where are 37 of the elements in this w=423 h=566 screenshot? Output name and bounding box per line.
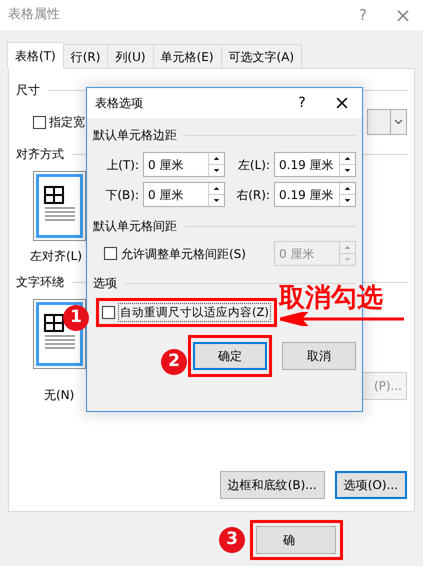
- option-label: 左对齐(L): [30, 248, 82, 265]
- dialog-title: 表格选项: [95, 95, 144, 112]
- window-title: 表格属性: [8, 6, 61, 24]
- checkbox-label: 允许调整单元格间距(S): [121, 246, 246, 262]
- checkbox[interactable]: [33, 116, 46, 128]
- option-label: 无(N): [44, 387, 74, 404]
- checkbox-label: 自动重调尺寸以适应内容(Z): [118, 302, 271, 322]
- spin-field[interactable]: 0 厘米: [143, 182, 225, 207]
- section-heading: 尺寸: [16, 82, 40, 99]
- field-label: 下(B):: [104, 186, 140, 204]
- tab[interactable]: 可选文字(A): [220, 44, 302, 69]
- ok-button[interactable]: 确: [256, 526, 336, 554]
- dialog-button[interactable]: 边框和底纹(B)...: [220, 471, 325, 499]
- field-label: 右(R):: [235, 186, 271, 204]
- spin-field[interactable]: 0.19 厘米: [274, 182, 356, 207]
- section-heading: 默认单元格边距: [93, 127, 177, 144]
- section-heading: 默认单元格间距: [93, 218, 177, 235]
- dialog-button[interactable]: 选项(O)...: [334, 471, 407, 499]
- close-button[interactable]: ×: [322, 88, 362, 118]
- checkbox[interactable]: [102, 306, 115, 319]
- help-button[interactable]: ?: [282, 92, 322, 114]
- field-label: 左(L):: [236, 156, 271, 174]
- help-button[interactable]: ?: [343, 4, 383, 26]
- dialog-button[interactable]: 确定: [193, 342, 267, 370]
- dialog-button[interactable]: 取消: [282, 342, 356, 370]
- close-button[interactable]: ×: [383, 0, 423, 30]
- checkbox-label: 指定宽: [49, 114, 85, 131]
- step-number-badge: 3: [219, 527, 245, 553]
- chevron-down-icon: [394, 119, 403, 125]
- section-heading: 对齐方式: [16, 146, 64, 163]
- tab[interactable]: 表格(T): [7, 42, 64, 69]
- spin-field[interactable]: 0.19 厘米: [274, 152, 356, 177]
- layout-option[interactable]: [33, 171, 86, 241]
- section-heading: 文字环绕: [16, 274, 64, 291]
- spin-field[interactable]: 0 厘米: [143, 152, 225, 177]
- section-heading: 选项: [93, 275, 117, 292]
- field-label: 上(T):: [105, 156, 140, 174]
